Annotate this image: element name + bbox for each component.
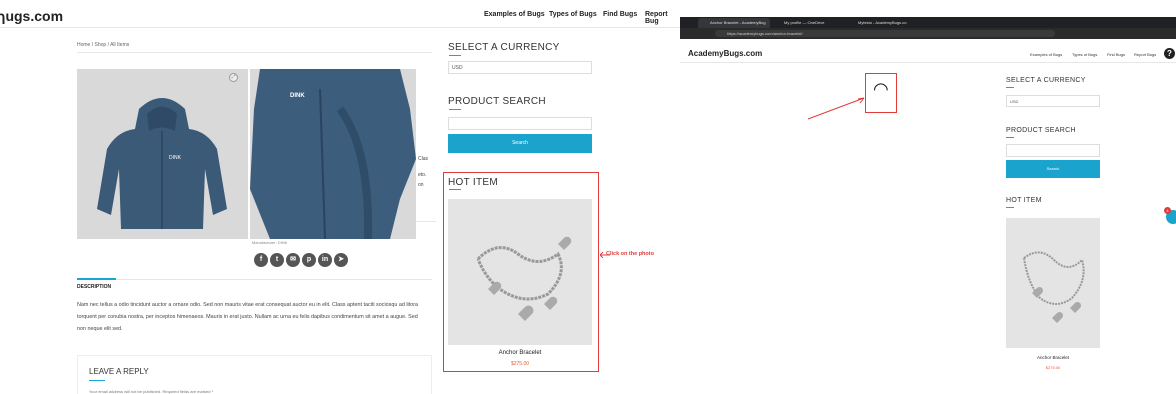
nav-report[interactable]: Report Bug [645,11,680,25]
telegram-icon[interactable]: ➤ [334,253,348,267]
divider [77,279,432,280]
hot-heading: HOT ITEM [1006,197,1042,204]
breadcrumb[interactable]: Home / Shop / All Items [77,42,129,48]
product-image-closeup[interactable]: DINK [250,69,416,240]
currency-select[interactable]: USD [1006,95,1100,107]
brand-print: DINK [290,93,305,99]
browser-tab[interactable]: My profile — OneDrive [772,18,844,28]
header-divider [0,27,680,28]
description-text: Nam nec tellus a odio tincidunt auctor a… [77,302,419,332]
url-field[interactable]: https://academybugs.com/anchor-bracelet/ [715,30,1055,37]
heading-underline [89,380,105,381]
nav-types[interactable]: Types of Bugs [549,11,597,18]
currency-select[interactable]: USD [448,61,592,74]
nav-types[interactable]: Types of Bugs [1072,52,1097,57]
notification-badge: 4 [1164,207,1171,214]
facebook-icon[interactable]: f [254,253,268,267]
hot-item-price: $275.00 [1045,365,1061,370]
email-icon[interactable]: ✉ [286,253,300,267]
tab-description[interactable]: DESCRIPTION [77,284,111,290]
hot-item-name[interactable]: Anchor Bracelet [1006,355,1100,360]
meta-fragment: Clas [418,156,429,162]
loading-spinner-icon: ◠ [873,79,889,99]
pinterest-icon[interactable]: p [302,253,316,267]
currency-heading: SELECT A CURRENCY [448,42,560,53]
search-button[interactable]: Search [1006,160,1100,178]
hot-item-image[interactable] [448,199,592,345]
heading-underline [1006,137,1014,138]
hot-item-price: $275.00 [510,361,530,367]
divider [77,52,432,53]
header-divider [680,62,1176,63]
heading-underline [449,189,461,190]
reply-note: Your email address will not be published… [89,389,214,394]
tab-underline [77,278,116,280]
nav-examples[interactable]: Examples of Bugs [1030,52,1062,57]
reply-heading: LEAVE A REPLY [89,367,149,376]
search-heading: PRODUCT SEARCH [1006,127,1076,134]
nav-examples[interactable]: Examples of Bugs [484,11,545,18]
search-input[interactable] [1006,144,1100,157]
divider [416,221,436,222]
zoom-icon[interactable]: ⤢ [229,73,238,82]
help-icon[interactable]: ? [1164,48,1175,59]
twitter-icon[interactable]: t [270,253,284,267]
nav-find[interactable]: Find Bugs [1107,52,1125,57]
annotation-arrow [807,97,865,120]
left-screenshot: ɿugs.com Examples of Bugs Types of Bugs … [0,0,680,394]
currency-heading: SELECT A CURRENCY [1006,77,1086,84]
search-button[interactable]: Search [448,134,592,153]
nav-report[interactable]: Report Bugs [1134,52,1156,57]
hot-item-name[interactable]: Anchor Bracelet [448,350,592,356]
search-heading: PRODUCT SEARCH [448,96,546,107]
meta-fragment: eto. [418,172,427,178]
site-logo[interactable]: ɿugs.com [0,8,63,24]
right-screenshot: Anchor Bracelet - AcademyBug My profile … [680,17,1176,394]
search-input[interactable] [448,117,592,130]
heading-underline [449,109,461,110]
brand-print: DINK [169,155,182,161]
heading-underline [1006,207,1014,208]
heading-underline [1006,87,1014,88]
meta-fragment: on [418,182,424,188]
nav-find[interactable]: Find Bugs [603,11,637,18]
browser-tab[interactable]: Mytesto - AcademyBugs.co [846,18,918,28]
heading-underline [449,55,461,56]
product-image-front[interactable]: DINK [77,69,248,239]
site-logo[interactable]: AcademyBugs.com [688,49,762,58]
hot-heading: HOT ITEM [448,177,498,188]
linkedin-icon[interactable]: in [318,253,332,267]
annotation-label: Click on the photo [606,251,654,257]
manufacturer: Manufacturer: DINK [252,240,288,245]
hot-item-image[interactable] [1006,218,1100,348]
browser-tab[interactable]: Anchor Bracelet - AcademyBug [698,18,770,28]
